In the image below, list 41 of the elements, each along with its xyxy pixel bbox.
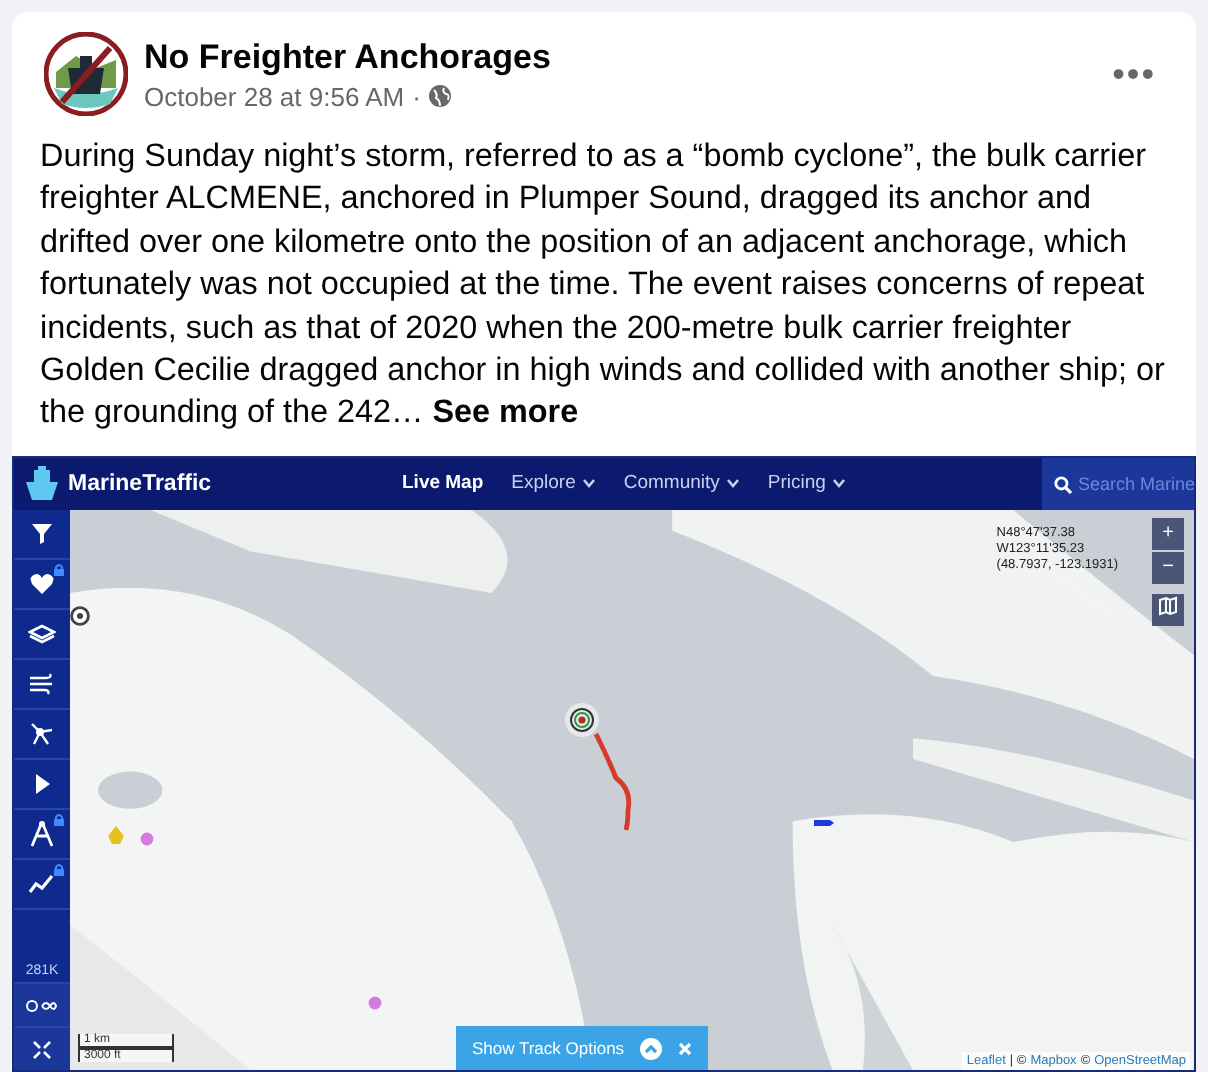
layers-icon — [28, 619, 56, 648]
chevron-down-icon — [831, 478, 846, 489]
separator-dot: · — [412, 81, 421, 111]
avatar-icon — [44, 32, 128, 116]
button-label: Show Track Options — [472, 1038, 625, 1058]
search-field[interactable]: Search Marine — [1042, 457, 1194, 510]
zoom-out-button[interactable]: − — [1152, 551, 1184, 584]
page-name[interactable]: No Freighter Anchorages — [144, 37, 1089, 77]
lock-icon — [54, 563, 64, 576]
chevron-up-icon — [640, 1037, 663, 1059]
expand-icon — [32, 1039, 52, 1059]
fullscreen-button[interactable] — [14, 1026, 70, 1070]
ship-logo-icon — [22, 465, 62, 502]
nav-tab[interactable]: Explore — [511, 472, 596, 495]
toggle-button[interactable] — [14, 982, 70, 1026]
lock-icon — [54, 813, 64, 826]
nav-tab[interactable]: Community — [623, 472, 740, 495]
post-text: During Sunday night’s storm, referred to as a “bomb cyclone”, the bulk carrier freighter ALCMENE, anchored in Plumper Sound, dragged its anchor and drifted over one kilometre onto the position of an adjacent anchorage, which fortunately was not occupied at the time. The event raises concerns of repeat incidents, such as that of 2020 when the 200-metre bulk carrier freighter Golden Cecilie dragged anchor in high winds and collided with another ship; or the grounding of the 242… See more — [38, 136, 1167, 435]
globe-icon — [428, 84, 453, 108]
zoom-in-button[interactable]: + — [1152, 517, 1184, 550]
compass-icon — [28, 819, 56, 848]
nav-tab[interactable]: Pricing — [767, 472, 846, 495]
track-line — [592, 729, 636, 834]
network-icon — [28, 719, 56, 748]
map-icon — [1158, 596, 1178, 617]
see-more-link[interactable]: See more — [432, 394, 579, 431]
map-layers-button[interactable] — [1152, 593, 1184, 626]
heart-icon — [28, 569, 56, 598]
brand-name[interactable]: MarineTraffic — [68, 471, 212, 496]
vessel-marker-icon — [564, 701, 600, 738]
chart-icon — [28, 869, 56, 898]
chevron-down-icon — [581, 478, 596, 489]
post-time[interactable]: October 28 at 9:56 AM — [144, 81, 405, 111]
nav-tab[interactable]: Live Map — [402, 472, 484, 495]
chevron-down-icon — [725, 478, 740, 489]
lock-icon — [54, 863, 64, 876]
wind-icon — [28, 669, 56, 698]
close-icon — [678, 1041, 693, 1055]
filter-icon — [28, 519, 56, 548]
loop-icon — [26, 997, 58, 1013]
more-options-button[interactable]: ••• — [1104, 53, 1164, 95]
